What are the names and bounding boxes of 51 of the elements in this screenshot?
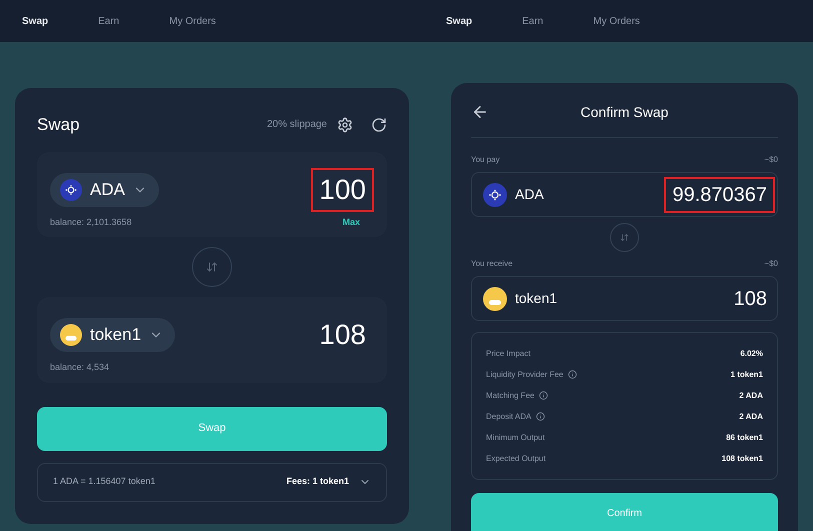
detail-value: 1 token1 xyxy=(730,368,763,380)
detail-label: Minimum Output xyxy=(486,432,545,444)
nav-tab[interactable]: My Orders xyxy=(169,14,216,28)
detail-value: 6.02% xyxy=(740,348,763,360)
detail-value: 108 token1 xyxy=(722,452,763,464)
detail-value: 2 ADA xyxy=(739,410,763,422)
amount-value[interactable]: 100 xyxy=(311,168,374,212)
token-name: token1 xyxy=(515,289,558,308)
settings-icon[interactable] xyxy=(337,116,353,133)
nav-tab[interactable]: My Orders xyxy=(593,14,640,28)
token-selector[interactable]: token1 xyxy=(50,318,176,352)
token-icon xyxy=(483,286,507,310)
detail-value: 2 ADA xyxy=(739,390,763,402)
info-icon[interactable] xyxy=(536,412,546,421)
field-label: You receive xyxy=(471,258,513,270)
nav-tab[interactable]: Swap xyxy=(446,14,472,28)
nav-tab[interactable]: Swap xyxy=(22,14,48,28)
coin-icon xyxy=(60,178,82,200)
detail-label: Liquidity Provider Fee xyxy=(486,368,564,380)
detail-value: 86 token1 xyxy=(726,432,763,444)
nav-tab[interactable]: Earn xyxy=(522,14,544,28)
token-selector[interactable]: ADA xyxy=(50,172,159,206)
fees-text: Fees: 1 token1 xyxy=(286,475,349,488)
exchange-rate: 1 ADA = 1.156407 token1 xyxy=(53,475,156,488)
refresh-icon[interactable] xyxy=(371,116,387,133)
swap-arrows-icon xyxy=(206,261,218,273)
nav-tab[interactable]: Earn xyxy=(98,14,120,28)
usd-value: ~$0 xyxy=(764,154,778,166)
swap-arrows-icon xyxy=(620,233,629,242)
switch-button[interactable] xyxy=(192,247,232,287)
detail-label: Price Impact xyxy=(486,348,530,360)
detail-label: Expected Output xyxy=(486,452,546,464)
info-icon[interactable] xyxy=(568,370,578,379)
switch-button[interactable] xyxy=(610,223,639,252)
info-icon[interactable] xyxy=(539,391,548,400)
slippage-text: 20% slippage xyxy=(266,118,327,132)
coin-icon xyxy=(483,182,507,206)
token-icon xyxy=(60,324,82,346)
detail-label: Matching Fee xyxy=(486,390,534,402)
detail-label: Deposit ADA xyxy=(486,410,532,422)
amount-value[interactable]: 108 xyxy=(726,280,775,316)
amount-value[interactable]: 108 xyxy=(311,313,374,357)
balance-text: balance: 4,534 xyxy=(50,361,110,374)
token-name: ADA xyxy=(515,185,544,204)
field-label: You pay xyxy=(471,154,500,166)
max-link[interactable]: Max xyxy=(342,216,360,229)
amount-value[interactable]: 99.870367 xyxy=(664,176,775,212)
card-title: Swap xyxy=(37,114,80,136)
balance-text: balance: 2,101.3658 xyxy=(50,216,132,228)
card-title: Confirm Swap xyxy=(580,102,668,122)
usd-value: ~$0 xyxy=(764,258,778,270)
